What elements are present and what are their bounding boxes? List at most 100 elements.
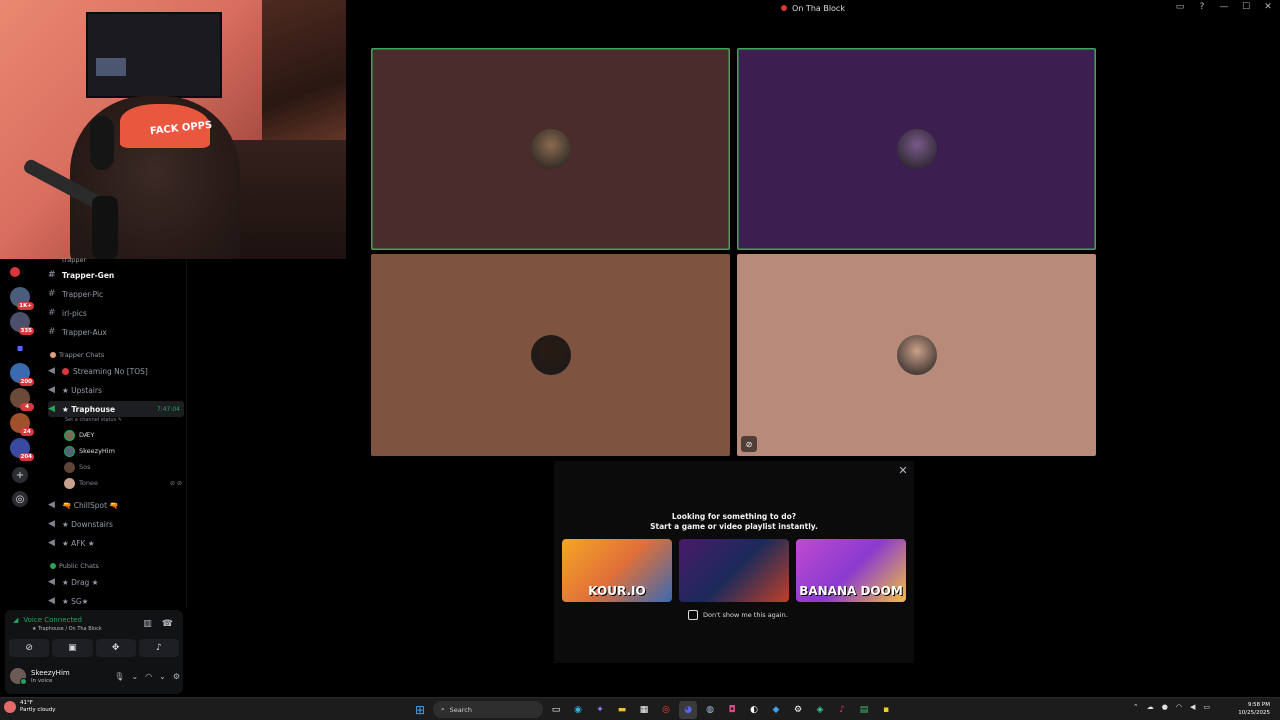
settings-icon[interactable]: ⚙ <box>789 701 807 719</box>
participant-avatar <box>896 335 937 375</box>
channel-trapper-pic[interactable]: # Trapper-Pic <box>48 286 184 302</box>
weather-widget[interactable]: 41°F Partly cloudy <box>4 700 56 714</box>
popup-title-line1: Looking for something to do? <box>671 512 797 521</box>
category-trapper-chats[interactable]: Trapper Chats <box>50 351 104 359</box>
file-explorer-icon[interactable]: ▬ <box>613 701 631 719</box>
close-icon[interactable]: ✕ <box>897 465 909 477</box>
status-hint-text: Set a channel status <box>65 417 117 423</box>
voice-user[interactable]: Tonee ⊘ ⊘ <box>64 476 182 490</box>
discord-icon[interactable]: ◕ <box>679 700 697 719</box>
soundboard-button[interactable]: ♪ <box>138 639 179 657</box>
channel-chillspot[interactable]: ◀ 🔫 ChillSpot 🔫 <box>48 497 184 513</box>
server-icon[interactable]: 24 <box>10 413 34 436</box>
tiktok-icon[interactable]: ♪ <box>833 701 851 719</box>
store-icon[interactable]: ▦ <box>635 701 653 719</box>
inbox-icon[interactable]: ▭ <box>1174 1 1186 13</box>
server-icon[interactable] <box>10 267 20 277</box>
avatar[interactable] <box>10 668 27 685</box>
channel-upstairs[interactable]: ◀ ★ Upstairs <box>48 382 184 398</box>
headphones-icon[interactable]: ◠ <box>145 672 152 681</box>
chrome-icon[interactable]: ◎ <box>657 701 675 719</box>
minimize-icon[interactable]: — <box>1218 1 1230 13</box>
activity-popup: ✕ Looking for something to do? Start a g… <box>554 461 914 663</box>
weather-desc: Partly cloudy <box>20 707 56 713</box>
user-info[interactable]: SkeezyHim In voice <box>31 669 70 684</box>
user-panel: SkeezyHim In voice 🎙 ⌄ ◠ ⌄ ⚙ <box>10 664 180 688</box>
wifi-icon[interactable]: ◠ <box>1176 703 1182 711</box>
battery-icon[interactable]: ▭ <box>1203 703 1210 711</box>
excel-icon[interactable]: ▤ <box>855 701 873 719</box>
game-card-banana-doom[interactable]: BANANA DOOM <box>796 539 906 602</box>
channel-label: ★ Downstairs <box>62 519 113 529</box>
gear-icon[interactable]: ⚙ <box>173 672 180 681</box>
channel-trapper-gen[interactable]: # Trapper-Gen <box>48 267 184 283</box>
camera-off-icon[interactable]: ⊘ <box>741 436 757 452</box>
set-status-hint[interactable]: Set a channel status ✎ <box>65 417 122 423</box>
app-icon[interactable]: ◈ <box>811 701 829 719</box>
steam-icon[interactable]: ◍ <box>701 701 719 719</box>
activities-button[interactable]: ✥ <box>95 639 136 657</box>
task-view-icon[interactable]: ▭ <box>547 701 565 719</box>
help-icon[interactable]: ? <box>1196 1 1208 13</box>
dont-show-option[interactable]: Don't show me this again. <box>688 610 788 620</box>
volume-icon[interactable]: ◀ <box>1190 703 1195 711</box>
server-icon[interactable]: 1K+ <box>10 287 34 310</box>
folder-icon[interactable]: ▪ <box>12 340 28 356</box>
edge-icon[interactable]: ◉ <box>569 701 587 719</box>
chevron-down-icon[interactable]: ⌄ <box>159 672 166 681</box>
screenshare-button[interactable]: ▣ <box>52 639 93 657</box>
server-icon[interactable]: 335 <box>10 312 34 335</box>
voice-user-name: SkeezyHim <box>79 447 115 455</box>
video-tile[interactable] <box>371 48 730 250</box>
explore-icon[interactable]: ◎ <box>12 491 28 507</box>
video-tile[interactable]: ⊘ <box>737 254 1096 456</box>
maximize-icon[interactable]: ☐ <box>1240 1 1252 13</box>
dont-show-checkbox[interactable] <box>688 610 698 620</box>
server-badge: 24 <box>20 428 34 436</box>
mic-icon[interactable]: ● <box>1162 703 1168 711</box>
channel-downstairs[interactable]: ◀ ★ Downstairs <box>48 516 184 532</box>
live-dot-icon <box>781 5 788 11</box>
voice-location[interactable]: ★ Traphouse / On Tha Block <box>32 626 102 632</box>
chevron-up-icon[interactable]: ⌃ <box>1133 703 1139 711</box>
chevron-down-icon[interactable]: ⌄ <box>131 672 138 681</box>
channel-irl-pics[interactable]: # irl-pics <box>48 305 184 321</box>
voice-connected-status[interactable]: ◢ Voice Connected <box>13 616 82 624</box>
camera-button[interactable]: ⊘ <box>9 639 50 657</box>
disconnect-icon[interactable]: ☎ <box>162 619 173 629</box>
clock[interactable]: 9:58 PM 10/25/2025 <box>1238 701 1270 717</box>
channel-sg[interactable]: ◀ ★ SG★ <box>48 593 184 609</box>
app-icon[interactable]: ◆ <box>767 701 785 719</box>
windows-start-icon[interactable]: ⊞ <box>411 701 429 719</box>
game-card-kour[interactable]: KOUR.IO <box>562 539 672 602</box>
server-icon[interactable]: 204 <box>10 438 34 461</box>
speaker-icon: ◀ <box>48 577 55 587</box>
search-bar[interactable]: ⌕ Search <box>433 701 543 718</box>
video-tile[interactable] <box>371 254 730 456</box>
channel-afk[interactable]: ◀ ★ AFK ★ <box>48 535 184 551</box>
instagram-icon[interactable]: ◘ <box>723 701 741 719</box>
game-card-middle[interactable] <box>679 539 789 602</box>
channel-traphouse[interactable]: ◀ ★ Traphouse 7:47:04 <box>48 401 184 417</box>
obs-icon[interactable]: ◐ <box>745 701 763 719</box>
add-server-icon[interactable]: + <box>12 467 28 483</box>
category-trapper[interactable]: trapper <box>62 256 86 264</box>
close-icon[interactable]: ✕ <box>1262 1 1274 13</box>
sticky-notes-icon[interactable]: ▪ <box>877 701 895 719</box>
voice-user[interactable]: Sos <box>64 460 182 474</box>
voice-user[interactable]: DÆY <box>64 428 182 442</box>
channel-drag[interactable]: ◀ ★ Drag ★ <box>48 574 184 590</box>
channel-streaming[interactable]: ◀ Streaming No [TOS] <box>48 363 184 379</box>
server-icon[interactable]: 200 <box>10 363 34 386</box>
speaker-icon: ◀ <box>48 519 55 529</box>
voice-user-name: Tonee <box>79 479 98 487</box>
microphone-icon[interactable]: 🎙 <box>114 672 124 681</box>
copilot-icon[interactable]: ✦ <box>591 701 609 719</box>
category-public-chats[interactable]: Public Chats <box>50 562 99 570</box>
server-icon[interactable]: 4 <box>10 388 34 411</box>
channel-trapper-aux[interactable]: # Trapper-Aux <box>48 324 184 340</box>
voice-user[interactable]: SkeezyHim <box>64 444 182 458</box>
cloud-icon[interactable]: ☁ <box>1147 703 1154 711</box>
video-tile[interactable] <box>737 48 1096 250</box>
noise-suppression-icon[interactable]: ▥ <box>143 619 152 629</box>
